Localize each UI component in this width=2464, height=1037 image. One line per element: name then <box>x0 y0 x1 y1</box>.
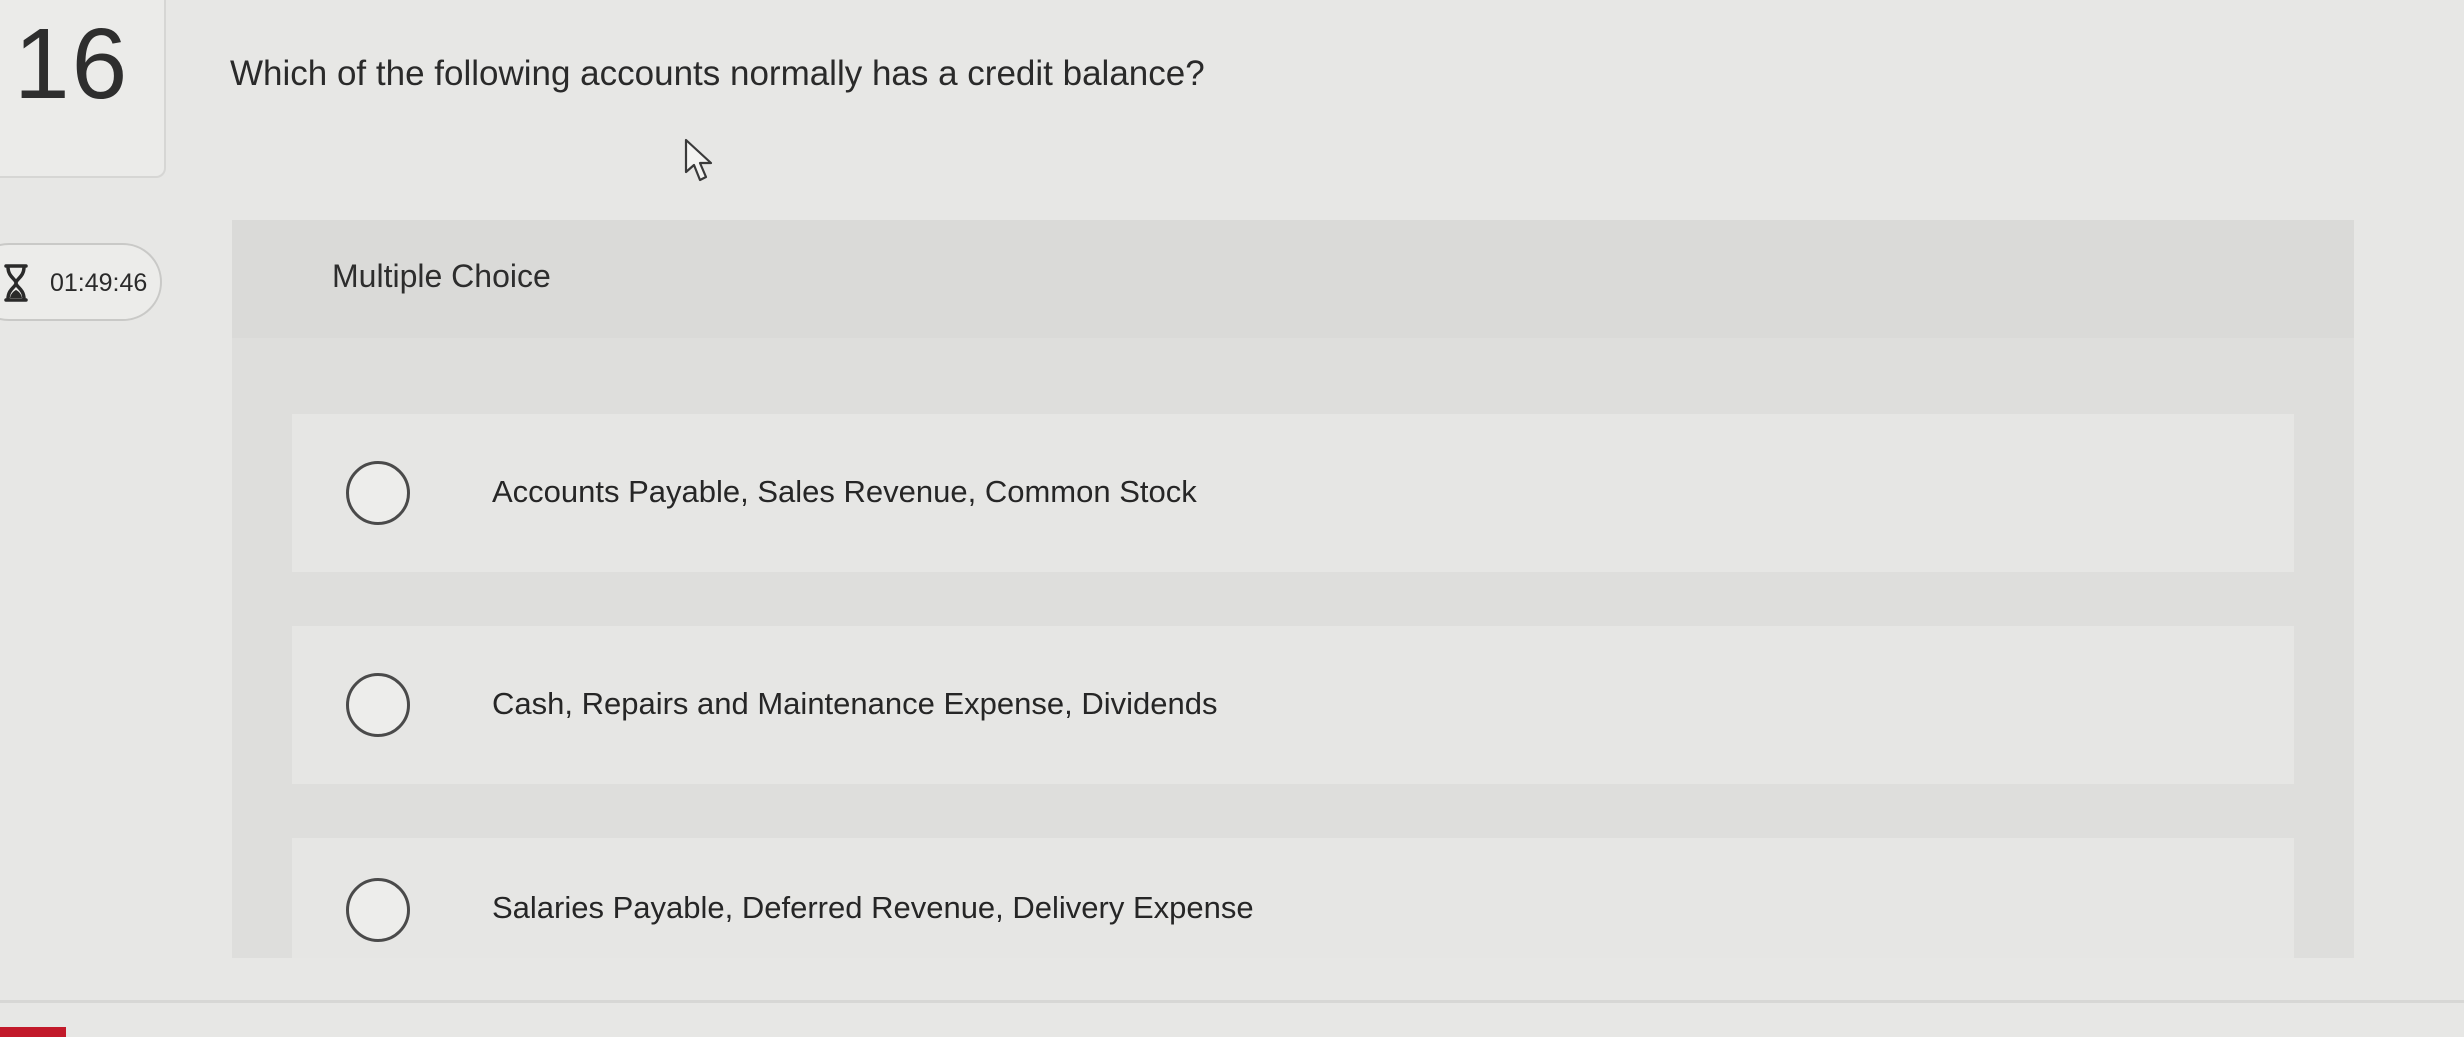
footer-red-tab[interactable] <box>0 1027 66 1037</box>
answer-option-1[interactable]: Accounts Payable, Sales Revenue, Common … <box>292 414 2294 572</box>
answer-option-2[interactable]: Cash, Repairs and Maintenance Expense, D… <box>292 626 2294 784</box>
timer-value: 01:49:46 <box>50 269 148 297</box>
radio-button-1[interactable] <box>346 461 410 525</box>
multiple-choice-header: Multiple Choice <box>232 220 2354 338</box>
answer-option-3[interactable]: Salaries Payable, Deferred Revenue, Deli… <box>292 838 2294 958</box>
footer-divider <box>0 1000 2464 1003</box>
question-text: Which of the following accounts normally… <box>230 54 1205 93</box>
multiple-choice-panel: Multiple Choice Accounts Payable, Sales … <box>232 220 2354 958</box>
multiple-choice-label: Multiple Choice <box>332 258 551 294</box>
timer-badge[interactable]: 01:49:46 <box>0 243 162 321</box>
answer-option-text: Accounts Payable, Sales Revenue, Common … <box>492 474 1197 509</box>
radio-button-3[interactable] <box>346 878 410 942</box>
answer-option-text: Cash, Repairs and Maintenance Expense, D… <box>492 686 1218 721</box>
radio-button-2[interactable] <box>346 673 410 737</box>
question-number-box: 16 <box>0 0 166 178</box>
hourglass-icon <box>4 264 28 302</box>
mouse-cursor-icon <box>684 138 713 182</box>
answer-option-text: Salaries Payable, Deferred Revenue, Deli… <box>492 890 1254 925</box>
question-number: 16 <box>14 8 130 120</box>
